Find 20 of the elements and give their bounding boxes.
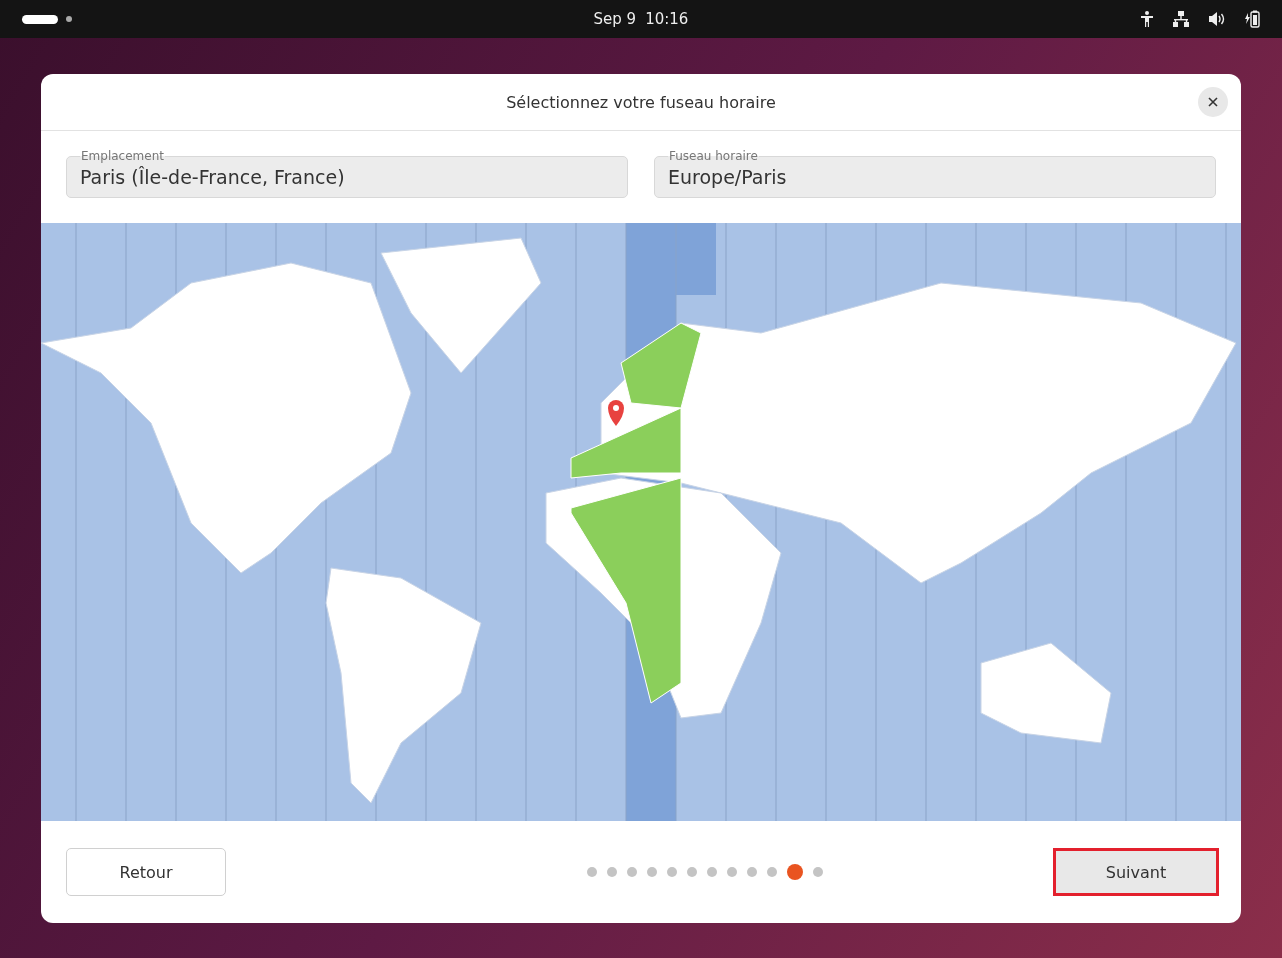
text-field[interactable]: Fuseau horaire Europe/Paris	[654, 149, 1216, 198]
field-value: Europe/Paris	[668, 166, 788, 188]
field-value: Paris (Île-de-France, France)	[80, 166, 346, 188]
text-field[interactable]: Emplacement Paris (Île-de-France, France)	[66, 149, 628, 198]
volume-icon[interactable]	[1208, 11, 1226, 27]
accessibility-icon[interactable]	[1140, 11, 1154, 27]
clock-text: 10:16	[645, 10, 689, 28]
world-map-drawing[interactable]	[41, 223, 1241, 821]
field-label: Emplacement	[80, 149, 165, 163]
close-icon	[1208, 97, 1218, 107]
date-text: Sep 9	[593, 10, 637, 28]
close-button[interactable]	[1198, 87, 1228, 117]
dialog-title: Sélectionnez votre fuseau horaire	[506, 92, 776, 112]
workspace-dot-icon[interactable]	[66, 16, 72, 22]
back-button[interactable]: Retour	[66, 848, 226, 896]
network-icon[interactable]	[1172, 11, 1190, 27]
workspace-indicator-icon[interactable]	[22, 14, 58, 24]
battery-icon[interactable]	[1244, 10, 1260, 28]
field-label: Fuseau horaire	[668, 149, 759, 163]
next-button[interactable]: Suivant	[1053, 848, 1219, 896]
